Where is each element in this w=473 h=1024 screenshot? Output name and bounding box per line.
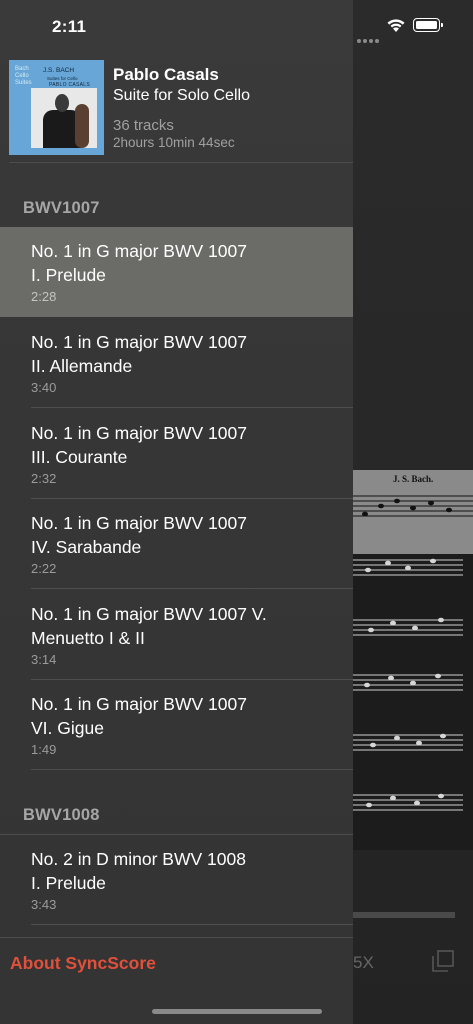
track-subtitle: III. Courante <box>31 447 128 467</box>
track-title: No. 1 in G major BWV 1007 <box>31 513 247 533</box>
track-title: No. 1 in G major BWV 1007 <box>31 332 247 352</box>
track-row[interactable]: No. 1 in G major BWV 1007 V. Menuetto I &… <box>0 590 353 680</box>
score-staves <box>353 495 473 811</box>
track-title: No. 1 in G major BWV 1007 <box>31 241 247 261</box>
album-track-count: 36 tracks <box>113 117 174 134</box>
cover-composer: J.S. BACH <box>43 67 75 74</box>
cover-subtitle: Suites for Cello <box>47 76 78 81</box>
track-duration: 2:32 <box>31 471 57 486</box>
album-title: Suite for Solo Cello <box>113 87 250 104</box>
row-separator <box>31 769 353 770</box>
track-subtitle: I. Prelude <box>31 873 106 893</box>
row-separator <box>31 588 353 589</box>
track-duration: 2:28 <box>31 289 57 304</box>
home-indicator[interactable] <box>152 1009 322 1014</box>
track-row[interactable]: No. 1 in G major BWV 1007 II. Allemande 3… <box>0 318 353 408</box>
sheet-music-image: J. S. Bach. <box>353 470 473 850</box>
track-duration: 3:40 <box>31 380 57 395</box>
album-artist: Pablo Casals <box>113 65 219 84</box>
section-header-bwv1008: BWV1008 <box>23 806 100 824</box>
track-duration: 3:14 <box>31 652 57 667</box>
header-divider <box>9 162 353 163</box>
track-row[interactable]: No. 1 in G major BWV 1007 III. Courante 2… <box>0 409 353 499</box>
cover-top-left-text: Bach Cello Suites <box>15 66 32 86</box>
album-duration: 2hours 10min 44sec <box>113 135 235 150</box>
track-row[interactable]: No. 1 in G major BWV 1007 IV. Sarabande 2… <box>0 499 353 589</box>
track-list-drawer: 2:11 Bach Cello Suites J.S. BACH Suites … <box>0 0 353 1024</box>
track-row[interactable]: No. 1 in G major BWV 1007 VI. Gigue 1:49 <box>0 680 353 770</box>
album-cover[interactable]: Bach Cello Suites J.S. BACH Suites for C… <box>9 60 104 155</box>
row-separator <box>31 407 353 408</box>
track-duration: 1:49 <box>31 742 57 757</box>
track-subtitle: VI. Gigue <box>31 718 104 738</box>
track-row[interactable]: No. 1 in G major BWV 1007 I. Prelude 2:28 <box>0 227 353 317</box>
about-syncscore-link[interactable]: About SyncScore <box>10 953 156 974</box>
track-title: No. 1 in G major BWV 1007 <box>31 694 247 714</box>
section-header-bwv1007: BWV1007 <box>23 199 100 217</box>
track-subtitle: I. Prelude <box>31 265 106 285</box>
row-separator <box>31 924 353 925</box>
signal-icon <box>357 30 381 48</box>
track-duration: 3:43 <box>31 897 57 912</box>
wifi-icon <box>387 19 405 32</box>
track-title: No. 2 in D minor BWV 1008 <box>31 849 246 869</box>
progress-bar[interactable] <box>353 912 455 918</box>
track-title: No. 1 in G major BWV 1007 V. <box>31 604 267 624</box>
battery-icon <box>413 18 443 32</box>
playback-speed-button[interactable]: 5X <box>353 953 374 973</box>
track-subtitle: IV. Sarabande <box>31 537 142 557</box>
track-subtitle: Menuetto I & II <box>31 628 145 648</box>
footer-divider <box>0 937 353 938</box>
cover-photo <box>31 88 97 148</box>
track-title: No. 1 in G major BWV 1007 <box>31 423 247 443</box>
track-duration: 2:22 <box>31 561 57 576</box>
track-row[interactable]: No. 2 in D minor BWV 1008 I. Prelude 3:43 <box>0 835 353 925</box>
copy-icon[interactable] <box>432 950 454 972</box>
status-time: 2:11 <box>52 17 87 36</box>
track-subtitle: II. Allemande <box>31 356 133 376</box>
